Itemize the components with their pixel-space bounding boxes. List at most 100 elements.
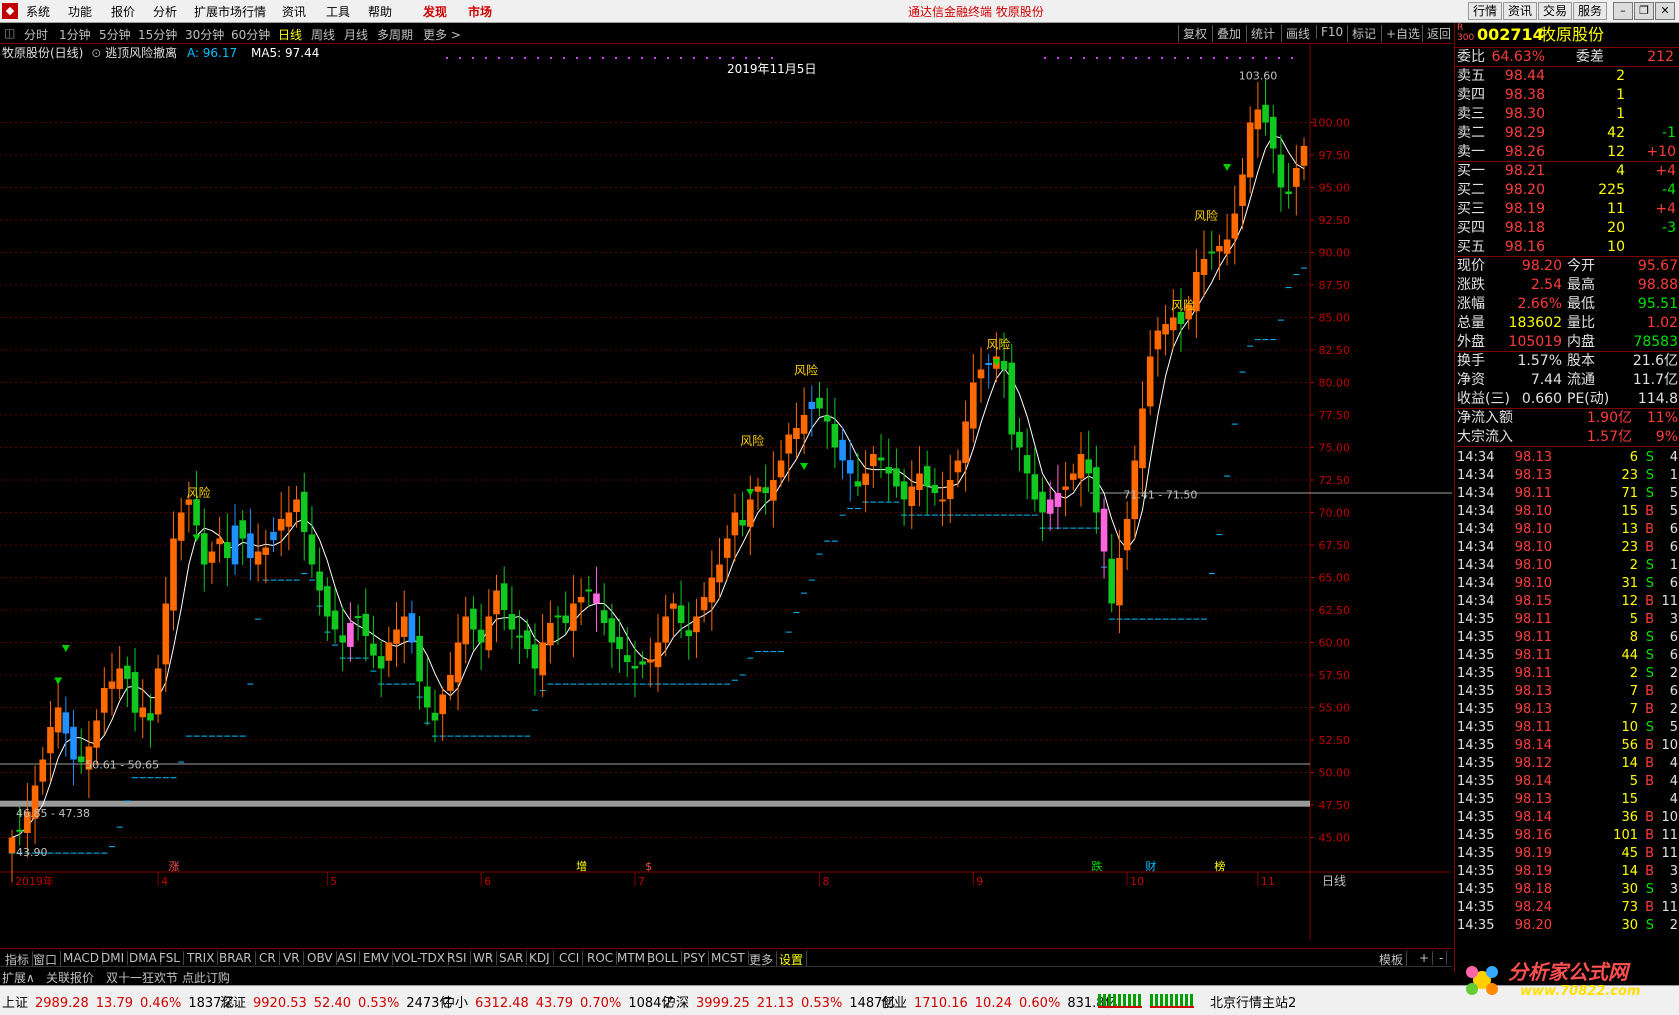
period-1min[interactable]: 1分钟 [59, 26, 91, 43]
tick-row: 14:35 98.19 45 B 11 [1455, 845, 1679, 863]
indicator-tab[interactable]: KDJ [526, 951, 554, 965]
index-quote[interactable]: 创业 1710.16 10.24 0.60% 831.8亿 [881, 992, 1125, 1011]
indicator-tab[interactable]: SAR [496, 951, 528, 965]
signal-dot [498, 57, 500, 59]
ask-volume: 1 [1616, 87, 1625, 103]
indicator-tab[interactable]: ASI [334, 951, 361, 965]
candle-body [270, 532, 277, 541]
tool-stats[interactable]: 统计 [1246, 25, 1275, 42]
candle-body [477, 629, 485, 643]
menu-news[interactable]: 资讯 [282, 3, 306, 20]
period-5min[interactable]: 5分钟 [99, 26, 131, 43]
indicator-tab[interactable]: CCI [556, 951, 584, 965]
period-30min[interactable]: 30分钟 [185, 26, 224, 43]
indicator-tab[interactable]: PSY [680, 951, 710, 965]
tool-f10[interactable]: F10 [1316, 25, 1343, 39]
indicator-tab[interactable]: OBV [304, 951, 337, 965]
candle-body [1139, 408, 1146, 469]
candle-body [324, 586, 331, 617]
candle-body [746, 499, 754, 527]
btn-fuwu[interactable]: 服务 [1573, 2, 1608, 20]
tick-price: 98.20 [1514, 918, 1552, 933]
minimize-icon[interactable]: – [1613, 2, 1633, 20]
btn-jiaoyi[interactable]: 交易 [1538, 2, 1573, 20]
indicator-tab[interactable]: RSI [444, 951, 471, 965]
tool-draw[interactable]: 画线 [1281, 25, 1310, 42]
index-quote[interactable]: 上证 2989.28 13.79 0.46% 1837亿 [2, 992, 241, 1011]
btn-zixun[interactable]: 资讯 [1503, 2, 1538, 20]
period-monthly[interactable]: 月线 [344, 26, 368, 43]
kline-chart[interactable]: 45.00 47.50 50.00 52.50 55.00 57.50 60.00 62.50… [0, 44, 1452, 940]
kline-chart-svg[interactable]: 45.00 47.50 50.00 52.50 55.00 57.50 60.00 62.50… [0, 44, 1452, 940]
period-60min[interactable]: 60分钟 [231, 26, 270, 43]
period-multi[interactable]: 多周期 [377, 26, 413, 43]
indicator-tab[interactable]: ROC [584, 951, 618, 965]
ext-promo[interactable]: 双十一狂欢节 点此订购 [106, 969, 230, 986]
indicator-tab[interactable]: TRIX [184, 951, 219, 965]
ext-toggle[interactable]: 扩展∧ [2, 969, 35, 986]
indicator-tab[interactable]: WR [470, 951, 498, 965]
candle-body [316, 571, 323, 591]
candle-body [908, 486, 916, 506]
menu-analysis[interactable]: 分析 [153, 3, 177, 20]
bid-volume: 4 [1616, 163, 1625, 179]
tick-row: 14:34 98.13 6 S 4 [1455, 449, 1679, 467]
indicator-tab[interactable]: DMI [98, 951, 129, 965]
template-control[interactable]: - [1436, 951, 1448, 965]
btn-hangqing[interactable]: 行情 [1468, 2, 1503, 20]
indicator-tab[interactable]: BOLL [644, 951, 682, 965]
index-quote[interactable]: 沪深 3999.25 21.13 0.53% 1487亿 [663, 992, 902, 1011]
tool-back[interactable]: 返回 [1422, 25, 1451, 42]
tool-overlay[interactable]: 叠加 [1212, 25, 1241, 42]
tool-mark[interactable]: 标记 [1347, 25, 1376, 42]
candle-body [1016, 431, 1023, 448]
ext-related-quote[interactable]: 关联报价 [46, 969, 94, 986]
indicator-tab[interactable]: MACD [60, 951, 103, 965]
menu-discover[interactable]: 发现 [423, 3, 447, 20]
weicha-label: 委差 [1576, 49, 1604, 65]
index-quote[interactable]: 深证 9920.53 52.40 0.53% 2473亿 [220, 992, 459, 1011]
menu-market[interactable]: 市场 [468, 3, 492, 20]
candle-body [285, 512, 293, 527]
indicator-tab[interactable]: EMV [360, 951, 394, 965]
menu-tools[interactable]: 工具 [326, 3, 350, 20]
indicator-tab[interactable]: CR [256, 951, 280, 965]
y-tick-label: 47.50 [1319, 799, 1351, 812]
candle-body [547, 623, 554, 646]
indicator-tab[interactable]: FSL [156, 951, 184, 965]
close-icon[interactable]: ✕ [1655, 2, 1675, 20]
restore-icon[interactable]: ❐ [1634, 2, 1654, 20]
menu-function[interactable]: 功能 [68, 3, 92, 20]
index-quote[interactable]: 中小 6312.48 43.79 0.70% 1084亿 [442, 992, 681, 1011]
period-daily[interactable]: 日线 [278, 26, 302, 43]
menu-system[interactable]: 系统 [26, 3, 50, 20]
indicator-toggle-icon[interactable]: ⊙ [91, 46, 101, 60]
period-fenshi[interactable]: 分时 [24, 26, 48, 43]
server-name[interactable]: 北京行情主站2 [1210, 992, 1296, 1011]
period-15min[interactable]: 15分钟 [138, 26, 177, 43]
period-weekly[interactable]: 周线 [311, 26, 335, 43]
indicator-tab[interactable]: BRAR [216, 951, 256, 965]
indicator-a-value: A: 96.17 [186, 46, 238, 60]
bid-row: 买五 98.16 10 [1455, 238, 1679, 257]
tool-fuquan[interactable]: 复权 [1178, 25, 1207, 42]
indicator-tab[interactable]: VR [280, 951, 304, 965]
indicator-tab[interactable]: VOL-TDX [390, 951, 449, 965]
period-more[interactable]: 更多 > [423, 26, 461, 43]
candle-body [1239, 174, 1246, 206]
menu-quote[interactable]: 报价 [111, 3, 135, 20]
panel-toggle-icon[interactable]: ◫ [4, 26, 15, 40]
menu-ext-market[interactable]: 扩展市场行情 [194, 3, 266, 20]
candle-body [870, 454, 877, 467]
tick-side: B [1645, 900, 1654, 915]
tool-add-watch[interactable]: +自选 [1381, 25, 1420, 42]
tick-volume: 15 [1621, 792, 1638, 807]
candle-body [685, 630, 693, 636]
tick-side: B [1645, 828, 1654, 843]
tick-row: 14:34 98.15 12 B 11 [1455, 593, 1679, 611]
menu-help[interactable]: 帮助 [368, 3, 392, 20]
indicator-tab[interactable]: MCST [708, 951, 749, 965]
template-control[interactable]: + [1416, 951, 1434, 965]
candle-body [770, 480, 777, 501]
indicator-name[interactable]: 逃顶风险撤离 [105, 46, 177, 60]
